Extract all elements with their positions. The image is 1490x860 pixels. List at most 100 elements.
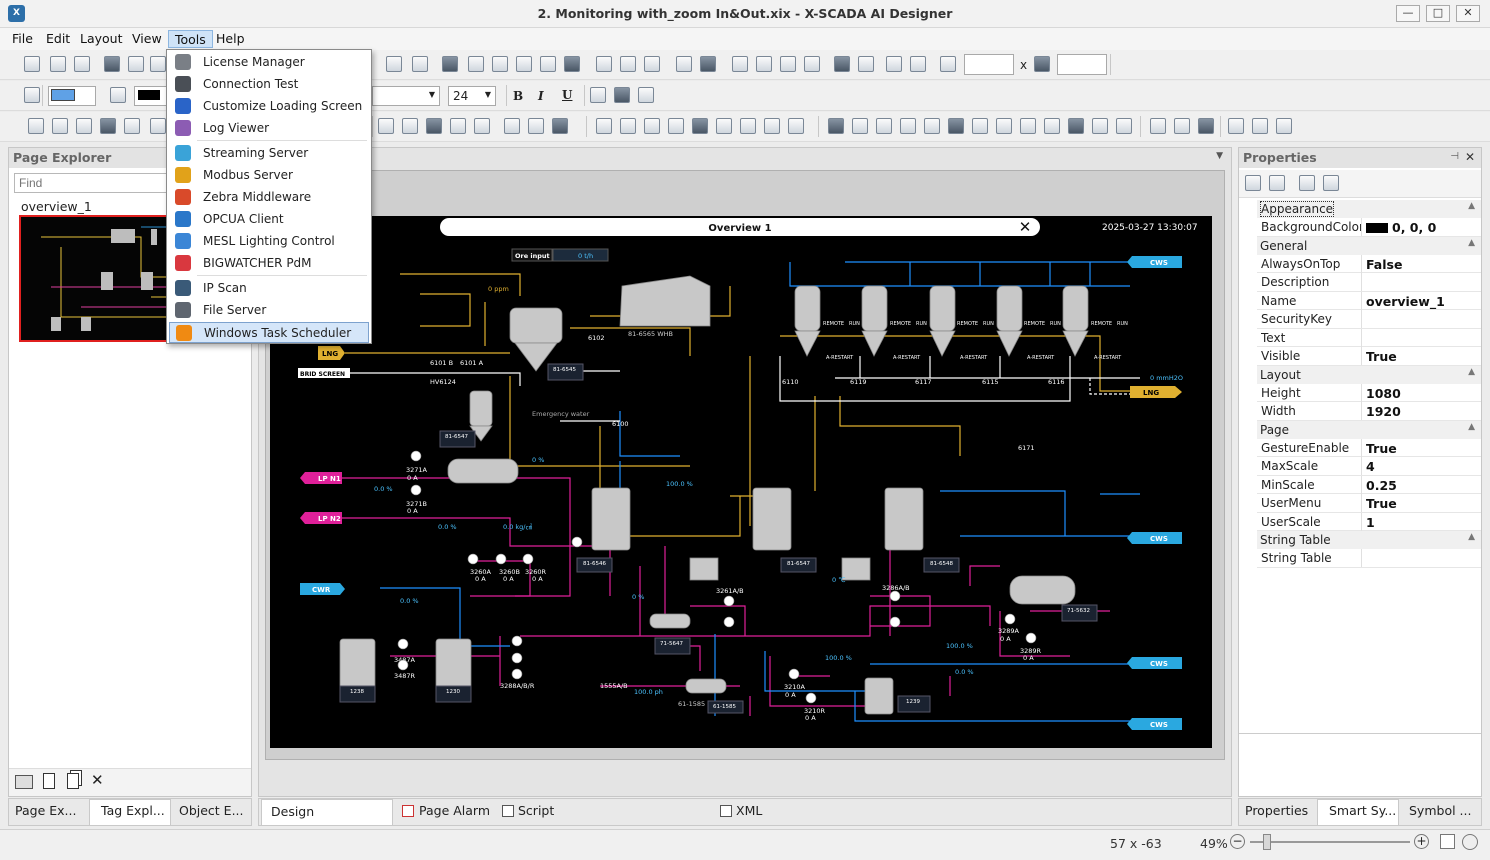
fill-color-picker[interactable] [48, 86, 96, 106]
property-value[interactable]: True [1361, 494, 1481, 512]
toolbar-shape-15-icon[interactable] [596, 118, 612, 134]
italic-button[interactable]: I [538, 89, 544, 103]
toolbar-format-3-icon[interactable] [590, 87, 606, 103]
property-row-width[interactable]: Width 1920 [1257, 402, 1481, 421]
toolbar-shape-4-icon[interactable] [100, 118, 116, 134]
property-row-text[interactable]: Text [1257, 328, 1481, 347]
toolbar-file-24-icon[interactable] [834, 56, 850, 72]
toolbar-shape-24-icon[interactable] [828, 118, 844, 134]
tools-menu-item-license-manager[interactable]: License Manager [169, 52, 369, 73]
maximize-button[interactable]: □ [1426, 5, 1450, 22]
toolbar-file-29-icon[interactable] [1034, 56, 1050, 72]
toolbar-shape-14-icon[interactable] [552, 118, 568, 134]
toolbar-file-7-icon[interactable] [386, 56, 402, 72]
toolbar-shape-1-icon[interactable] [28, 118, 44, 134]
toolbar-file-2-icon[interactable] [50, 56, 66, 72]
scada-page[interactable]: Overview 1 ✕ 2025-03-27 13:30:07 LNG BRI… [270, 216, 1212, 748]
toolbar-shape-2-icon[interactable] [52, 118, 68, 134]
toolbar-file-25-icon[interactable] [858, 56, 874, 72]
close-button[interactable]: ✕ [1456, 5, 1480, 22]
toolbar-shape-10-icon[interactable] [450, 118, 466, 134]
property-row-alwaysontop[interactable]: AlwaysOnTop False [1257, 254, 1481, 273]
tab-tag-explorer[interactable]: Tag Expl... [101, 803, 165, 818]
close-panel-icon[interactable]: ✕ [1465, 150, 1475, 164]
toolbar-file-10-icon[interactable] [468, 56, 484, 72]
toolbar-shape-26-icon[interactable] [876, 118, 892, 134]
toolbar-shape-30-icon[interactable] [972, 118, 988, 134]
property-row-usermenu[interactable]: UserMenu True [1257, 494, 1481, 513]
toolbar-shape-9-icon[interactable] [426, 118, 442, 134]
toolbar-file-12-icon[interactable] [516, 56, 532, 72]
property-row-backgroundcolor[interactable]: BackgroundColor 0, 0, 0 [1257, 218, 1481, 237]
property-row-visible[interactable]: Visible True [1257, 347, 1481, 366]
toolbar-shape-32-icon[interactable] [1020, 118, 1036, 134]
refresh-icon[interactable] [1462, 834, 1478, 850]
collapse-icon[interactable]: ▲ [1468, 238, 1475, 248]
toolbar-shape-33-icon[interactable] [1044, 118, 1060, 134]
toolbar-shape-23-icon[interactable] [788, 118, 804, 134]
height-input[interactable] [1057, 54, 1107, 75]
font-family-select[interactable]: ▼ [372, 86, 440, 106]
property-row-maxscale[interactable]: MaxScale 4 [1257, 457, 1481, 476]
property-value[interactable]: 0.25 [1361, 475, 1481, 494]
property-value[interactable]: 1920 [1361, 402, 1481, 420]
property-row-height[interactable]: Height 1080 [1257, 383, 1481, 402]
toolbar-file-8-icon[interactable] [412, 56, 428, 72]
page-item-label[interactable]: overview_1 [21, 199, 92, 214]
menu-tools[interactable]: Tools [168, 30, 213, 48]
toolbar-shape-11-icon[interactable] [474, 118, 490, 134]
toolbar-file-16-icon[interactable] [620, 56, 636, 72]
toolbar-shape-40-icon[interactable] [1228, 118, 1244, 134]
property-value[interactable] [1361, 310, 1481, 328]
menu-view[interactable]: View [126, 30, 168, 48]
toolbar-file-13-icon[interactable] [540, 56, 556, 72]
toolbar-shape-37-icon[interactable] [1150, 118, 1166, 134]
toolbar-file-26-icon[interactable] [886, 56, 902, 72]
categorized-icon[interactable] [1245, 175, 1261, 191]
toolbar-shape-17-icon[interactable] [644, 118, 660, 134]
property-value[interactable] [1361, 328, 1481, 347]
tools-menu-item-file-server[interactable]: File Server [169, 300, 369, 321]
tools-menu-item-customize-loading-screen[interactable]: Customize Loading Screen [169, 96, 369, 117]
toolbar-shape-36-icon[interactable] [1116, 118, 1132, 134]
toolbar-shape-29-icon[interactable] [948, 118, 964, 134]
toolbar-format-4-icon[interactable] [614, 87, 630, 103]
toolbar-shape-12-icon[interactable] [504, 118, 520, 134]
scada-close-icon[interactable]: ✕ [1019, 218, 1032, 236]
zoom-slider-track[interactable] [1250, 841, 1410, 843]
toolbar-shape-35-icon[interactable] [1092, 118, 1108, 134]
property-row-name[interactable]: Name overview_1 [1257, 291, 1481, 310]
property-value[interactable]: 1 [1361, 512, 1481, 531]
property-row-gestureenable[interactable]: GestureEnable True [1257, 438, 1481, 457]
chevron-down-icon[interactable]: ▼ [1216, 151, 1223, 161]
toolbar-file-20-icon[interactable] [732, 56, 748, 72]
toolbar-file-27-icon[interactable] [910, 56, 926, 72]
toolbar-shape-20-icon[interactable] [716, 118, 732, 134]
collapse-icon[interactable]: ▲ [1468, 422, 1475, 432]
toolbar-shape-21-icon[interactable] [740, 118, 756, 134]
toolbar-shape-31-icon[interactable] [996, 118, 1012, 134]
property-value[interactable]: overview_1 [1361, 291, 1481, 310]
toolbar-shape-16-icon[interactable] [620, 118, 636, 134]
underline-button[interactable]: U [562, 88, 572, 102]
toolbar-shape-18-icon[interactable] [668, 118, 684, 134]
property-value[interactable] [1361, 273, 1481, 291]
toolbar-file-17-icon[interactable] [644, 56, 660, 72]
toolbar-file-1-icon[interactable] [24, 56, 40, 72]
toolbar-file-22-icon[interactable] [780, 56, 796, 72]
toolbar-file-18-icon[interactable] [676, 56, 692, 72]
tools-menu-item-opcua-client[interactable]: OPCUA Client [169, 209, 369, 230]
toolbar-file-21-icon[interactable] [756, 56, 772, 72]
toolbar-shape-27-icon[interactable] [900, 118, 916, 134]
collapse-icon[interactable]: ▲ [1468, 532, 1475, 542]
tab-script[interactable]: Script [518, 803, 554, 818]
property-category[interactable]: General ▲ [1257, 236, 1481, 255]
bold-button[interactable]: B [513, 89, 523, 103]
menu-help[interactable]: Help [210, 30, 251, 48]
tools-menu-item-log-viewer[interactable]: Log Viewer [169, 118, 369, 139]
image-icon[interactable] [15, 775, 33, 789]
new-page-icon[interactable] [43, 773, 55, 789]
events-icon[interactable] [1323, 175, 1339, 191]
tools-menu-item-bigwatcher-pdm[interactable]: BIGWATCHER PdM [169, 253, 369, 274]
toolbar-format-5-icon[interactable] [638, 87, 654, 103]
